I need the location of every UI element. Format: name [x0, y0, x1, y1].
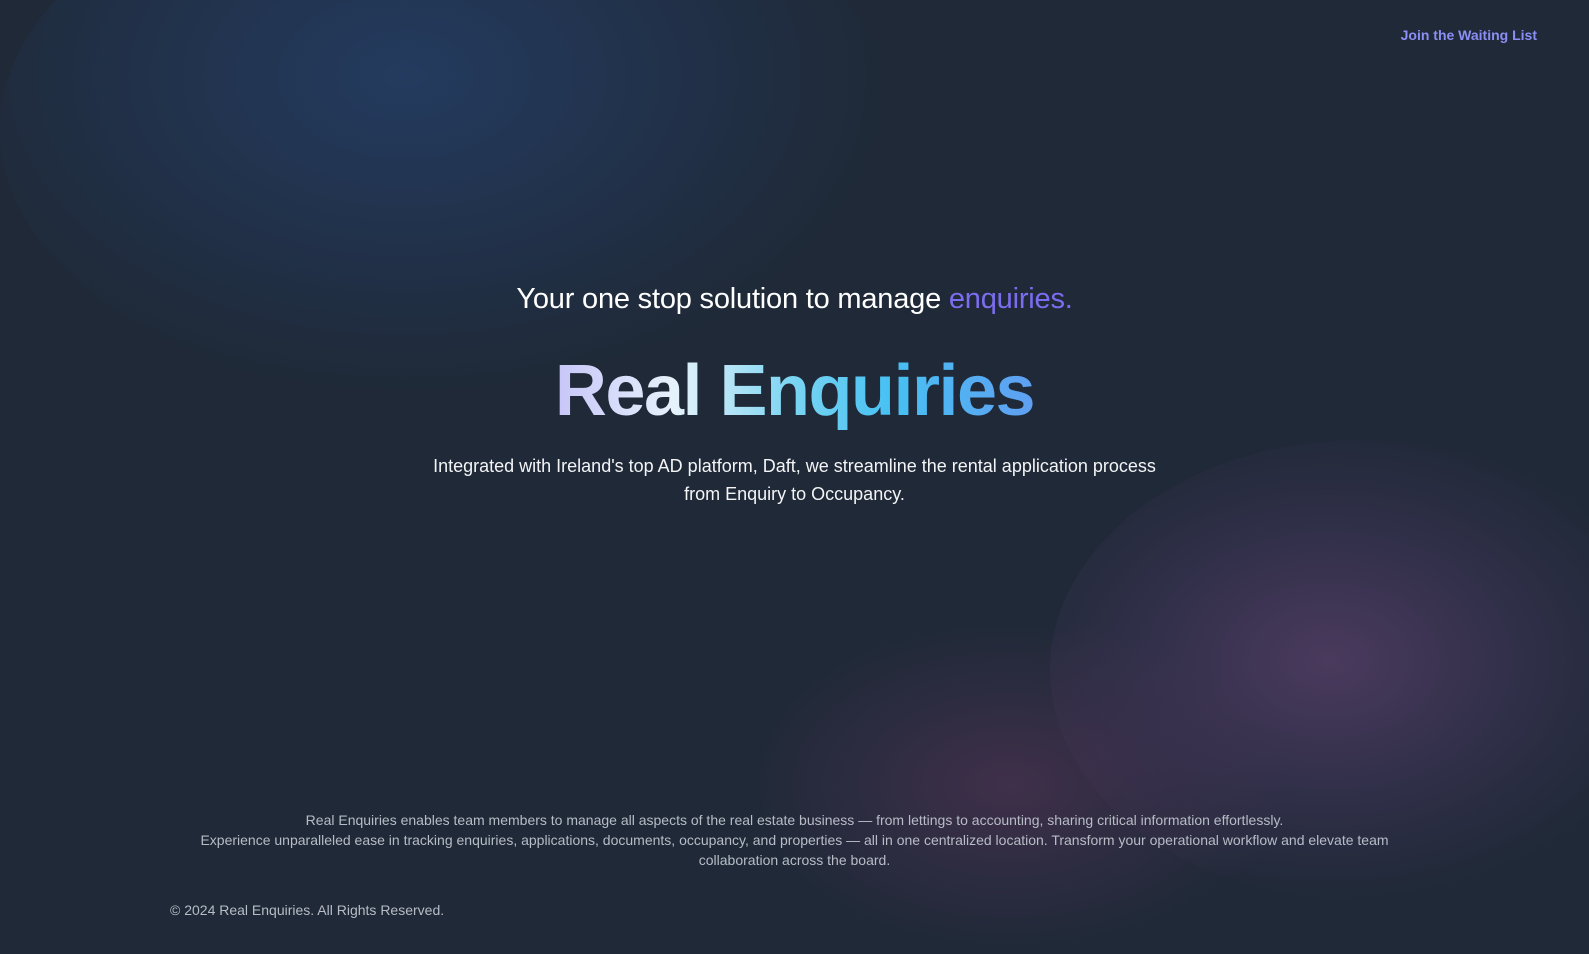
hero-section: Your one stop solution to manage enquiri… — [0, 283, 1589, 508]
footer-description-line-2: Experience unparalleled ease in tracking… — [200, 832, 1389, 868]
footer-description-line-1: Real Enquiries enables team members to m… — [305, 812, 1284, 828]
tagline-text: Your one stop solution to manage — [516, 283, 949, 315]
tagline-accent: enquiries. — [948, 283, 1073, 315]
landing-page: Join the Waiting List Your one stop solu… — [0, 0, 1589, 954]
hero-description: Integrated with Ireland's top AD platfor… — [433, 455, 1156, 504]
copyright-notice: © 2024 Real Enquiries. All Rights Reserv… — [170, 902, 445, 918]
footer-description: Real Enquiries enables team members to m… — [170, 810, 1419, 870]
brand-title: Real Enquiries — [554, 351, 1036, 431]
hero-tagline: Your one stop solution to manage enquiri… — [0, 283, 1589, 316]
join-waiting-list-link[interactable]: Join the Waiting List — [1401, 27, 1537, 43]
background-glow-magenta — [760, 620, 1280, 950]
